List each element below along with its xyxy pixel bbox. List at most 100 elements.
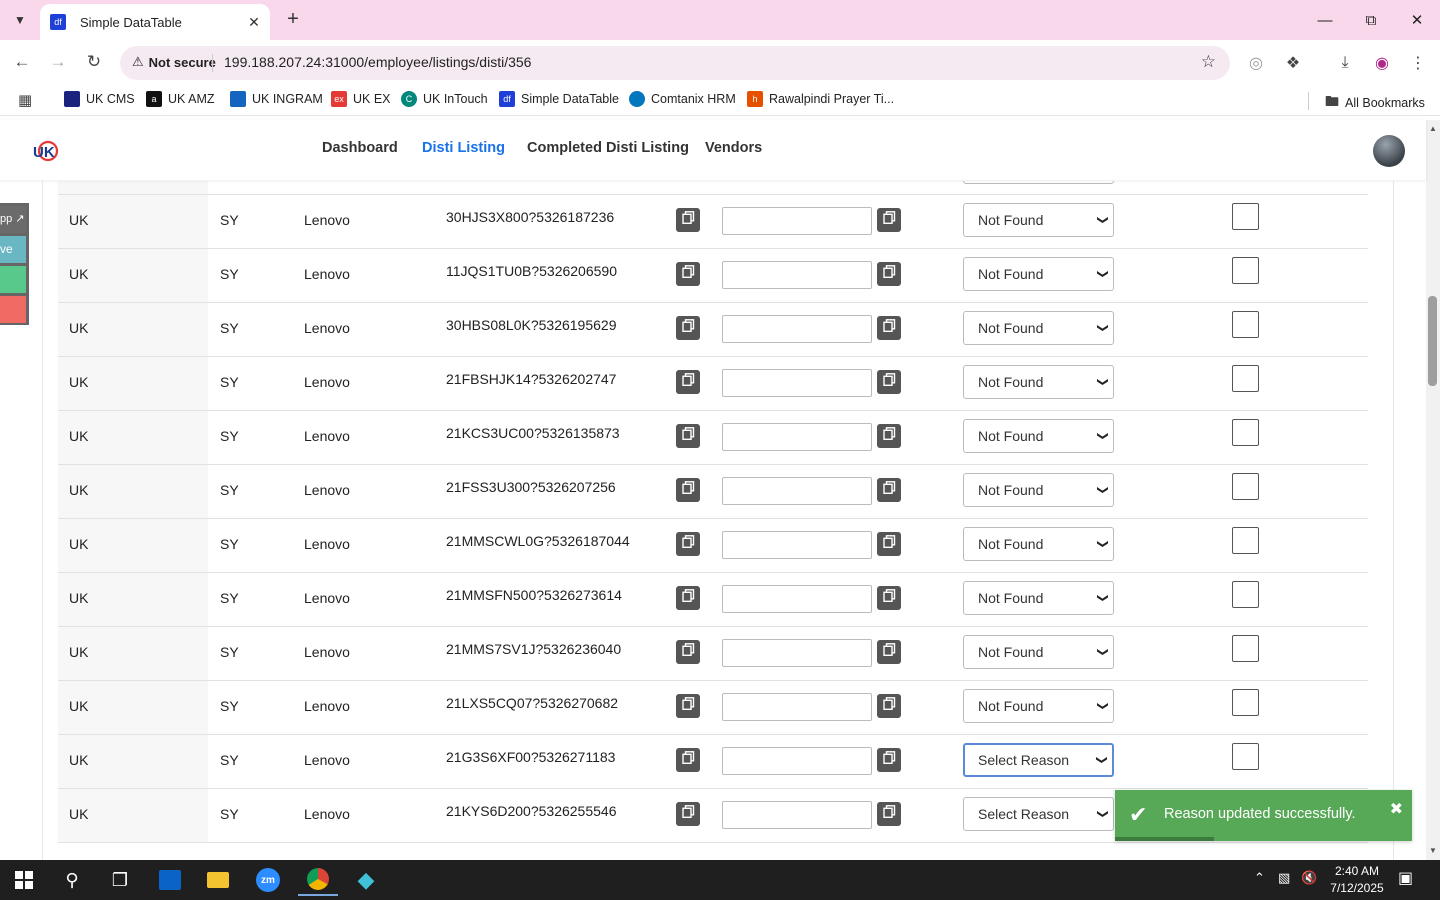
value-input[interactable]: [722, 477, 872, 505]
reason-select[interactable]: Select Reason ❯: [963, 797, 1114, 831]
value-input[interactable]: [722, 693, 872, 721]
back-arrow-icon[interactable]: ←: [10, 50, 34, 74]
paste-value-button[interactable]: [877, 316, 901, 340]
download-icon[interactable]: ⤓: [1334, 52, 1356, 74]
row-checkbox[interactable]: [1232, 311, 1259, 338]
forward-arrow-icon[interactable]: →: [46, 50, 70, 74]
toast-close-icon[interactable]: ✖: [1390, 799, 1403, 819]
side-tab-save[interactable]: ve: [0, 236, 26, 263]
bookmark-uk-intouch[interactable]: C UK InTouch: [401, 91, 488, 107]
paste-value-button[interactable]: [877, 694, 901, 718]
value-input[interactable]: [722, 423, 872, 451]
page-scrollbar[interactable]: ▲ ▼: [1426, 120, 1440, 860]
copy-part-button[interactable]: [676, 586, 700, 610]
copy-part-button[interactable]: [676, 640, 700, 664]
bookmark-uk-amz[interactable]: a UK AMZ: [146, 91, 215, 107]
copy-part-button[interactable]: [676, 262, 700, 286]
paste-value-button[interactable]: [877, 208, 901, 232]
reason-select[interactable]: Not Found ❯: [963, 581, 1114, 615]
row-checkbox[interactable]: [1232, 419, 1259, 446]
nav-vendors[interactable]: Vendors: [705, 140, 762, 156]
tab-close-icon[interactable]: ✕: [244, 14, 264, 31]
url-text[interactable]: 199.188.207.24:31000/employee/listings/d…: [224, 54, 531, 70]
row-checkbox[interactable]: [1232, 203, 1259, 230]
row-checkbox[interactable]: [1232, 257, 1259, 284]
network-icon[interactable]: ▧: [1278, 870, 1290, 886]
side-tab-green[interactable]: [0, 266, 26, 293]
bookmark-simple-datatable[interactable]: df Simple DataTable: [499, 91, 619, 107]
reason-select[interactable]: Not Found ❯: [963, 311, 1114, 345]
windows-start-icon[interactable]: [4, 864, 44, 896]
all-bookmarks[interactable]: 🖿 All Bookmarks: [1325, 91, 1425, 115]
value-input[interactable]: [722, 369, 872, 397]
value-input[interactable]: [722, 801, 872, 829]
bookmark-uk-cms[interactable]: UK CMS: [64, 91, 135, 107]
copy-part-button[interactable]: [676, 694, 700, 718]
close-window-icon[interactable]: ✕: [1394, 0, 1440, 40]
apps-grid-icon[interactable]: ▦: [18, 91, 32, 109]
paste-value-button[interactable]: [877, 802, 901, 826]
row-checkbox[interactable]: [1232, 365, 1259, 392]
security-chip[interactable]: ⚠ Not secure: [132, 54, 216, 70]
value-input[interactable]: [722, 585, 872, 613]
row-checkbox[interactable]: [1232, 635, 1259, 662]
scroll-thumb[interactable]: [1428, 296, 1437, 386]
paste-value-button[interactable]: [877, 586, 901, 610]
side-tab-app[interactable]: pp ↗: [0, 206, 26, 233]
row-checkbox[interactable]: [1232, 689, 1259, 716]
row-checkbox[interactable]: [1232, 527, 1259, 554]
paste-value-button[interactable]: [877, 748, 901, 772]
copy-part-button[interactable]: [676, 208, 700, 232]
volume-muted-icon[interactable]: 🔇: [1301, 870, 1317, 886]
reason-select[interactable]: Not Found ❯: [963, 473, 1114, 507]
copy-part-button[interactable]: [676, 802, 700, 826]
reason-select[interactable]: Not Found ❯: [963, 689, 1114, 723]
row-checkbox[interactable]: [1232, 743, 1259, 770]
app-diamond-icon[interactable]: ◆: [346, 864, 386, 896]
reason-select[interactable]: [963, 181, 1114, 184]
profile-icon[interactable]: ◉: [1371, 52, 1393, 74]
paste-value-button[interactable]: [877, 370, 901, 394]
copy-part-button[interactable]: [676, 424, 700, 448]
uk-logo-icon[interactable]: UK: [32, 138, 60, 164]
reason-select[interactable]: Not Found ❯: [963, 527, 1114, 561]
paste-value-button[interactable]: [877, 262, 901, 286]
restore-window-icon[interactable]: ⧉: [1348, 0, 1394, 40]
row-checkbox[interactable]: [1232, 473, 1259, 500]
reload-icon[interactable]: ↻: [82, 50, 106, 74]
row-checkbox[interactable]: [1232, 581, 1259, 608]
browser-tab-active[interactable]: df Simple DataTable ✕: [40, 4, 270, 40]
paste-value-button[interactable]: [877, 478, 901, 502]
menu-kebab-icon[interactable]: ⋮: [1407, 52, 1429, 74]
paste-value-button[interactable]: [877, 640, 901, 664]
copy-part-button[interactable]: [676, 370, 700, 394]
bookmark-uk-ex[interactable]: ex UK EX: [331, 91, 391, 107]
scroll-up-icon[interactable]: ▲: [1429, 124, 1437, 133]
tray-chevron-icon[interactable]: ⌃: [1254, 870, 1265, 886]
bookmark-rawalpindi-prayer[interactable]: h Rawalpindi Prayer Ti...: [747, 91, 894, 107]
scroll-down-icon[interactable]: ▼: [1429, 846, 1437, 855]
nav-dashboard[interactable]: Dashboard: [322, 140, 398, 156]
reason-select[interactable]: Not Found ❯: [963, 419, 1114, 453]
translate-globe-icon[interactable]: ◎: [1245, 52, 1267, 74]
copy-part-button[interactable]: [676, 478, 700, 502]
reason-select[interactable]: Select Reason ❯: [963, 743, 1114, 777]
paste-value-button[interactable]: [877, 424, 901, 448]
zoom-icon[interactable]: zm: [248, 864, 288, 896]
task-view-icon[interactable]: ❐: [100, 864, 140, 896]
copy-part-button[interactable]: [676, 748, 700, 772]
outlook-icon[interactable]: [150, 864, 190, 896]
value-input[interactable]: [722, 207, 872, 235]
notification-icon[interactable]: ▣: [1398, 868, 1413, 888]
file-explorer-icon[interactable]: [198, 864, 238, 896]
nav-completed-disti-listing[interactable]: Completed Disti Listing: [527, 140, 689, 156]
value-input[interactable]: [722, 315, 872, 343]
value-input[interactable]: [722, 747, 872, 775]
bookmark-comtanix-hrm[interactable]: Comtanix HRM: [629, 91, 736, 107]
extensions-puzzle-icon[interactable]: ❖: [1282, 52, 1304, 74]
search-icon[interactable]: ⚲: [52, 864, 92, 896]
new-tab-plus-icon[interactable]: +: [282, 8, 304, 32]
chrome-icon[interactable]: [298, 864, 338, 896]
nav-disti-listing[interactable]: Disti Listing: [422, 140, 505, 156]
tab-search-chevron-icon[interactable]: ▼: [8, 8, 32, 32]
